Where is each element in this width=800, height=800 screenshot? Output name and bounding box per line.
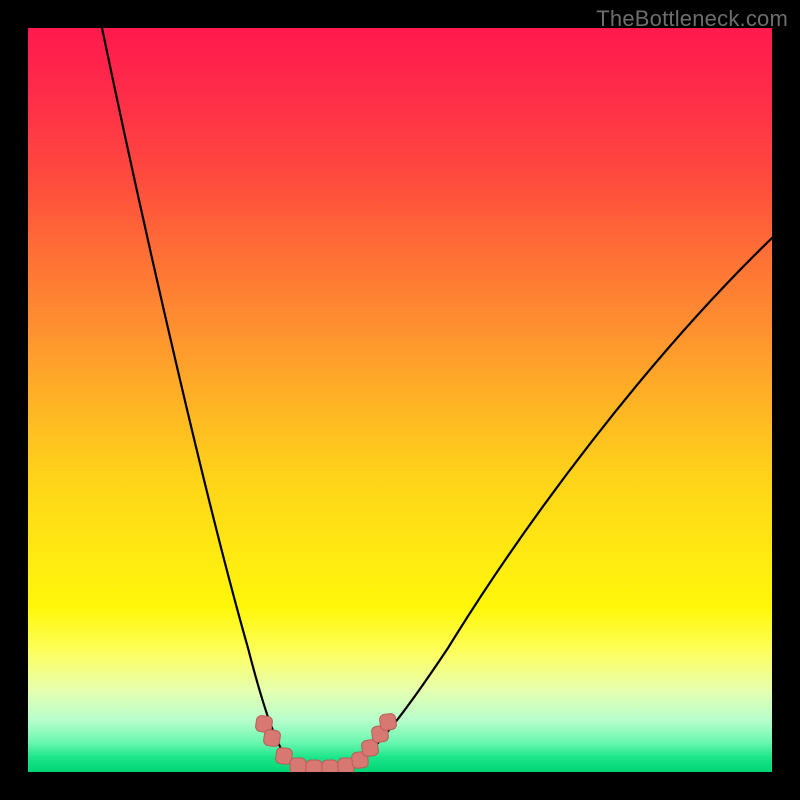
marker xyxy=(379,713,397,731)
marker-group xyxy=(255,713,397,772)
chart-frame xyxy=(28,28,772,772)
bottleneck-curve-svg xyxy=(28,28,772,772)
marker xyxy=(263,729,281,747)
marker xyxy=(306,760,322,772)
marker xyxy=(290,758,306,772)
curve-left xyxy=(102,28,290,763)
curve-right xyxy=(356,238,772,763)
watermark-text: TheBottleneck.com xyxy=(596,6,788,32)
marker xyxy=(322,760,338,772)
